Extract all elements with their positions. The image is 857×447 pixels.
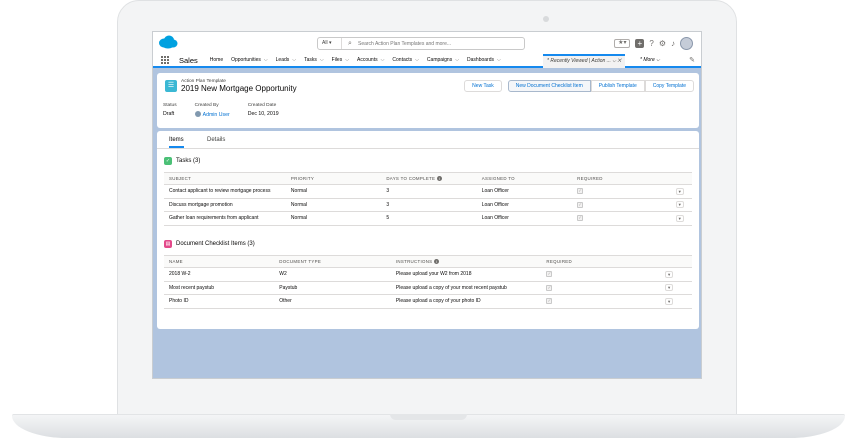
- nav-item-dashboards[interactable]: Dashboards ⌵: [467, 57, 501, 63]
- page-title: 2019 New Mortgage Opportunity: [181, 84, 297, 93]
- field-status: Status Draft: [163, 103, 177, 117]
- chevron-down-icon[interactable]: ⌵: [264, 57, 268, 63]
- publish-template-button[interactable]: Publish Template: [590, 80, 645, 92]
- column-header: INSTRUCTIONS i: [390, 255, 542, 268]
- screen: All ▾ ⌕ ★▾ + ? ⚙ ♪ Sales Home Opportunit…: [152, 31, 702, 379]
- row-action-dropdown[interactable]: ▼: [675, 201, 684, 209]
- table-row: 2018 W-2 W2 Please upload your W2 from 2…: [164, 267, 692, 282]
- global-header: All ▾ ⌕ ★▾ + ? ⚙ ♪: [153, 32, 701, 54]
- nav-item-recently-viewed[interactable]: * Recently Viewed | Action ... ⌵ ✕: [543, 54, 626, 68]
- info-icon[interactable]: i: [434, 259, 440, 264]
- table-row: Contact applicant to review mortgage pro…: [164, 184, 692, 199]
- column-header: SUBJECT: [164, 172, 286, 185]
- required-checkbox[interactable]: ✓: [546, 271, 553, 278]
- document-checklist-table: NAME DOCUMENT TYPE INSTRUCTIONS i REQUIRE…: [164, 255, 692, 309]
- column-header: ASSIGNED TO: [476, 172, 573, 185]
- search-input[interactable]: [358, 38, 518, 49]
- avatar[interactable]: [680, 37, 693, 50]
- laptop-notch: [390, 414, 467, 420]
- tab-items[interactable]: Items: [169, 137, 184, 148]
- global-search[interactable]: All ▾ ⌕: [317, 37, 525, 50]
- field-created-date: Created Date Dec 10, 2019: [247, 103, 279, 117]
- table-row: Gather loan requirements from applicant …: [164, 211, 692, 226]
- chevron-down-icon[interactable]: ⌵: [345, 57, 349, 63]
- user-icon: [194, 111, 201, 117]
- main-card: Items Details ✓ Tasks (3) SUBJECT PRIORI…: [157, 131, 699, 329]
- nav-item-files[interactable]: Files ⌵: [332, 57, 349, 63]
- row-action-dropdown[interactable]: ▼: [665, 270, 674, 278]
- column-header: NAME: [164, 255, 275, 268]
- salesforce-cloud-icon[interactable]: [158, 35, 178, 49]
- document-checklist-section: ▤ Document Checklist Items (3) NAME DOCU…: [164, 239, 692, 309]
- action-plan-icon: ☰: [165, 80, 177, 92]
- help-icon[interactable]: ?: [649, 39, 653, 49]
- required-checkbox[interactable]: ✓: [577, 188, 584, 195]
- tab-bar: Items Details: [157, 131, 699, 149]
- search-icon: ⌕: [348, 40, 352, 47]
- action-buttons: New Task New Document Checklist Item Pub…: [464, 80, 694, 92]
- required-checkbox[interactable]: ✓: [577, 201, 584, 208]
- star-icon[interactable]: ★▾: [614, 39, 631, 48]
- chevron-down-icon[interactable]: ⌵: [415, 57, 419, 63]
- column-header: DOCUMENT TYPE: [274, 255, 391, 268]
- gear-icon[interactable]: ⚙: [659, 39, 666, 49]
- edit-icon[interactable]: ✎: [689, 56, 695, 64]
- tasks-title: Tasks (3): [176, 158, 201, 164]
- column-header: REQUIRED: [572, 172, 671, 185]
- chevron-down-icon[interactable]: ⌵: [292, 57, 296, 63]
- nav-item-campaigns[interactable]: Campaigns ⌵: [427, 57, 459, 63]
- record-header: ☰ Action Plan Template 2019 New Mortgage…: [157, 73, 699, 128]
- tab-details[interactable]: Details: [207, 137, 225, 143]
- column-header: REQUIRED: [541, 255, 661, 268]
- nav-item-tasks[interactable]: Tasks ⌵: [304, 57, 324, 63]
- required-checkbox[interactable]: ✓: [546, 298, 553, 305]
- waffle-icon[interactable]: [161, 55, 170, 65]
- row-action-dropdown[interactable]: ▼: [665, 284, 674, 292]
- copy-template-button[interactable]: Copy Template: [644, 80, 694, 92]
- row-action-dropdown[interactable]: ▼: [665, 297, 674, 305]
- document-checklist-title: Document Checklist Items (3): [176, 241, 255, 247]
- column-header: PRIORITY: [285, 172, 382, 185]
- new-task-button[interactable]: New Task: [464, 80, 502, 92]
- nav-item-accounts[interactable]: Accounts ⌵: [357, 57, 384, 63]
- chevron-down-icon[interactable]: ⌵: [381, 57, 385, 63]
- chevron-down-icon[interactable]: ⌵: [455, 57, 459, 63]
- nav-item-home[interactable]: Home: [210, 57, 223, 63]
- nav-item-leads[interactable]: Leads ⌵: [276, 57, 296, 63]
- row-action-dropdown[interactable]: ▼: [675, 187, 684, 195]
- nav-more[interactable]: * More ⌵: [640, 57, 660, 63]
- column-header: DAYS TO COMPLETE i: [381, 172, 477, 185]
- required-checkbox[interactable]: ✓: [577, 215, 584, 222]
- camera: [543, 16, 549, 22]
- required-checkbox[interactable]: ✓: [546, 284, 553, 291]
- header-icons: ★▾ + ? ⚙ ♪: [614, 37, 693, 50]
- table-row: Photo ID Other Please upload a copy of y…: [164, 294, 692, 309]
- new-document-checklist-item-button[interactable]: New Document Checklist Item: [507, 80, 591, 92]
- chevron-down-icon[interactable]: ⌵: [320, 57, 324, 63]
- task-icon: ✓: [164, 157, 172, 165]
- nav-bar: Sales Home Opportunities ⌵ Leads ⌵ Tasks ⌵ …: [153, 54, 701, 68]
- search-scope-select[interactable]: All ▾: [318, 38, 342, 49]
- created-by-link[interactable]: Admin User: [203, 112, 230, 118]
- chevron-down-icon[interactable]: ⌵: [497, 57, 501, 63]
- app-name: Sales: [179, 55, 198, 65]
- record-fields: Status Draft Created By Admin User Creat…: [163, 103, 279, 118]
- document-icon: ▤: [164, 240, 172, 248]
- table-row: Discuss mortgage promotion Normal 3 Loan…: [164, 198, 692, 212]
- info-icon[interactable]: i: [437, 176, 443, 181]
- bell-icon[interactable]: ♪: [671, 39, 675, 49]
- search-scope-label: All: [322, 40, 328, 46]
- nav-item-contacts[interactable]: Contacts ⌵: [392, 57, 419, 63]
- table-row: Most recent paystub Paystub Please uploa…: [164, 281, 692, 295]
- tasks-section: ✓ Tasks (3) SUBJECT PRIORITY DAYS TO COM…: [164, 156, 692, 226]
- tasks-table: SUBJECT PRIORITY DAYS TO COMPLETE i ASSIG…: [164, 172, 692, 226]
- plus-icon[interactable]: +: [635, 39, 645, 48]
- nav-item-opportunities[interactable]: Opportunities ⌵: [231, 57, 268, 63]
- field-created-by: Created By Admin User: [194, 103, 230, 118]
- row-action-dropdown[interactable]: ▼: [675, 214, 684, 222]
